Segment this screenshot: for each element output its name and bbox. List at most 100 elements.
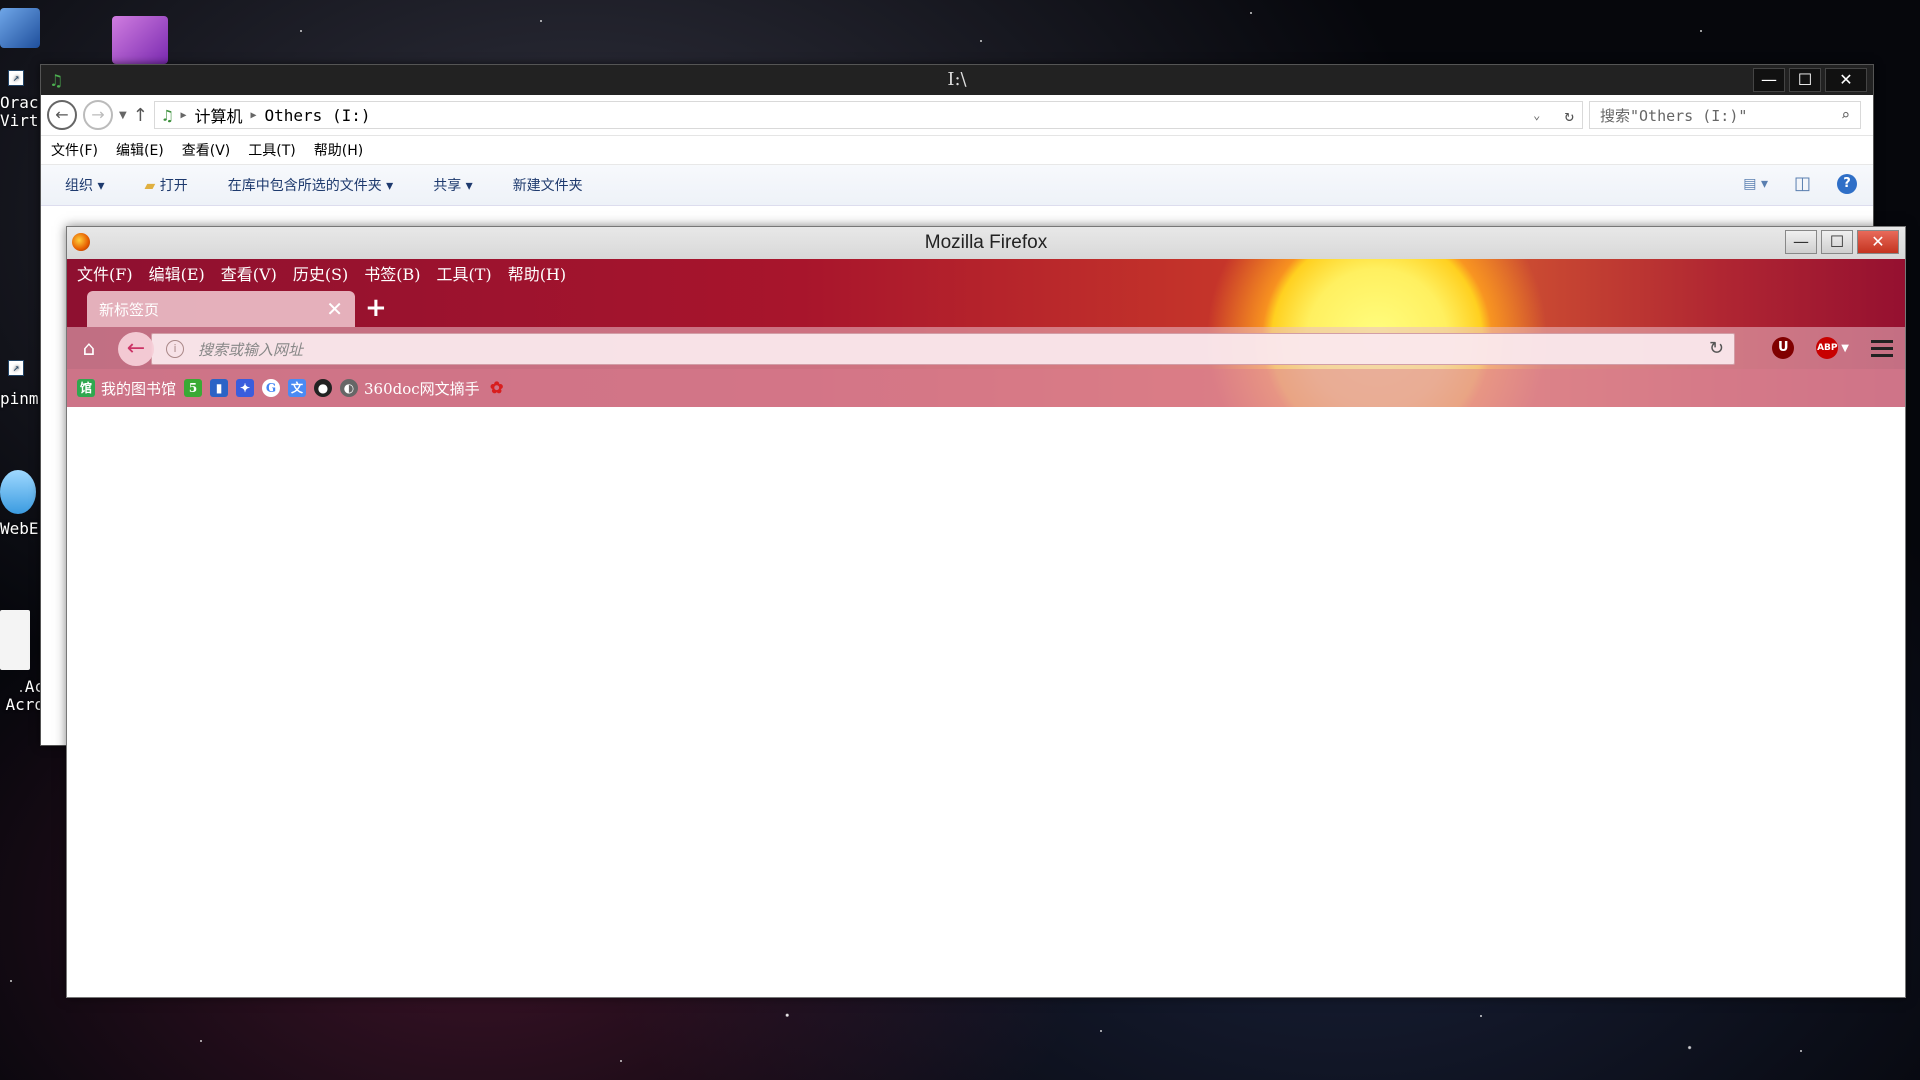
open-label: 打开: [159, 178, 188, 194]
explorer-minimize-button[interactable]: —: [1753, 68, 1785, 92]
menu-view[interactable]: 查看(V): [182, 140, 231, 160]
up-arrow-icon[interactable]: ↑: [133, 105, 148, 126]
bookmark-library[interactable]: 馆 我的图书馆: [77, 378, 176, 399]
firefox-maximize-button[interactable]: ☐: [1821, 230, 1853, 254]
firefox-window-controls: — ☐ ✕: [1785, 230, 1899, 254]
new-folder-button[interactable]: 新建文件夹: [513, 175, 583, 195]
bookmark-label: 我的图书馆: [101, 379, 177, 398]
desktop-icon-pinm[interactable]: ↗ pinm: [0, 360, 44, 408]
ff-menu-help[interactable]: 帮助(H): [508, 261, 566, 285]
bookmark-label: 360doc网文摘手: [364, 379, 480, 398]
acrobat-icon: [0, 610, 30, 670]
ublock-icon[interactable]: U: [1772, 337, 1795, 359]
explorer-menubar: 文件(F) 编辑(E) 查看(V) 工具(T) 帮助(H): [41, 136, 1873, 164]
explorer-view-controls: ▤ ▾ ◫ ?: [1743, 173, 1857, 194]
firefox-close-button[interactable]: ✕: [1857, 230, 1899, 254]
library-icon: 馆: [77, 379, 95, 397]
translate-icon[interactable]: 文: [288, 379, 307, 397]
explorer-close-button[interactable]: ✕: [1825, 68, 1867, 92]
desktop-icon-webe[interactable]: WebE: [0, 470, 44, 538]
change-view-icon[interactable]: ▤ ▾: [1743, 176, 1768, 192]
firefox-menubar: 文件(F) 编辑(E) 查看(V) 历史(S) 书签(B) 工具(T) 帮助(H…: [67, 259, 1905, 287]
github-icon[interactable]: ●: [314, 379, 333, 397]
tab-strip: 新标签页 ✕ +: [67, 287, 1905, 327]
menu-edit[interactable]: 编辑(E): [116, 140, 164, 160]
help-icon[interactable]: ?: [1837, 173, 1857, 194]
reload-icon[interactable]: ↻: [1709, 338, 1724, 359]
menu-help[interactable]: 帮助(H): [314, 140, 363, 160]
share-button[interactable]: 共享 ▾: [433, 175, 472, 195]
address-dropdown-icon[interactable]: ⌄: [1533, 108, 1540, 122]
breadcrumb-separator-icon: ▶: [180, 109, 187, 121]
desktop-icon-label: WebE: [0, 519, 39, 538]
back-arrow-icon[interactable]: ←: [118, 332, 154, 366]
ff-menu-tools[interactable]: 工具(T): [437, 261, 492, 285]
address-bar[interactable]: ♫ ▶ 计算机 ▶ Others (I:) ⌄ ↻: [153, 101, 1583, 129]
music-folder-icon: ♫: [162, 105, 173, 125]
extension-icons: U ABP ▼: [1772, 337, 1893, 359]
desktop-icon-virtualbox-label[interactable]: ↗ Orac Virt: [0, 70, 44, 130]
dropdown-arrow-icon: ▼: [1841, 342, 1849, 354]
recent-dropdown-icon[interactable]: ▼: [119, 110, 127, 121]
url-bar[interactable]: ← i 搜索或输入网址 ↻: [118, 332, 1735, 366]
5-icon[interactable]: 5: [184, 379, 203, 397]
info-icon[interactable]: i: [166, 340, 184, 358]
bookmark-blue-icon[interactable]: ▮: [210, 379, 229, 397]
firefox-window: Mozilla Firefox — ☐ ✕ 文件(F) 编辑(E) 查看(V) …: [66, 226, 1906, 998]
ff-menu-file[interactable]: 文件(F): [77, 261, 133, 285]
include-library-label: 在库中包含所选的文件夹: [227, 178, 382, 194]
organize-button[interactable]: 组织 ▾: [65, 175, 104, 195]
explorer-address-row: ← → ▼ ↑ ♫ ▶ 计算机 ▶ Others (I:) ⌄ ↻ 搜索"Oth…: [41, 95, 1873, 136]
new-tab-page[interactable]: [67, 407, 1905, 995]
menu-file[interactable]: 文件(F): [51, 140, 98, 160]
explorer-maximize-button[interactable]: ☐: [1789, 68, 1821, 92]
desktop-icon-label: pinm: [0, 389, 39, 408]
close-tab-icon[interactable]: ✕: [326, 297, 343, 321]
ff-menu-view[interactable]: 查看(V): [221, 261, 277, 285]
desktop-icon-label: Ac Acro: [5, 677, 44, 714]
preview-pane-icon[interactable]: ◫: [1794, 173, 1811, 194]
desktop-icon-label: Orac Virt: [0, 93, 39, 130]
virtualbox-desktop-icon[interactable]: [0, 8, 44, 50]
navigation-toolbar: ⌂ ← i 搜索或输入网址 ↻ U ABP ▼: [67, 327, 1905, 369]
app-desktop-icon[interactable]: [112, 16, 168, 66]
url-bar-placeholder: 搜索或输入网址: [198, 340, 304, 359]
tab-new-tab[interactable]: 新标签页 ✕: [87, 291, 355, 327]
bookmarks-toolbar: 馆 我的图书馆 5 ▮ ✦ G 文 ● ◐ 360doc网文摘手 ✿: [67, 369, 1905, 407]
windows-app-icon: [112, 16, 168, 64]
explorer-window-controls: — ☐ ✕: [1753, 68, 1867, 92]
360doc-icon: ◐: [340, 379, 359, 397]
back-button[interactable]: ←: [47, 100, 77, 130]
breadcrumb-computer[interactable]: 计算机: [194, 103, 242, 127]
ff-menu-history[interactable]: 历史(S): [293, 261, 348, 285]
hamburger-menu-icon[interactable]: [1871, 339, 1893, 357]
include-in-library-button[interactable]: 在库中包含所选的文件夹 ▾: [228, 175, 393, 195]
share-label: 共享: [433, 178, 462, 194]
menu-tools[interactable]: 工具(T): [248, 140, 295, 160]
google-icon[interactable]: G: [262, 379, 281, 397]
desktop-icon-acrobat[interactable]: Ac Acro: [0, 610, 44, 714]
explorer-search-input[interactable]: 搜索"Others (I:)" ⌕: [1589, 101, 1861, 129]
webe-app-icon: [0, 470, 36, 514]
ff-menu-bookmarks[interactable]: 书签(B): [364, 261, 420, 285]
shortcut-arrow-icon: ↗: [8, 360, 24, 376]
organize-label: 组织: [65, 178, 93, 194]
explorer-titlebar[interactable]: ♫ I:\ — ☐ ✕: [41, 65, 1873, 95]
breadcrumb-drive[interactable]: Others (I:): [265, 106, 371, 125]
open-button[interactable]: ▰ 打开: [144, 175, 187, 195]
bookmark-360doc[interactable]: ◐ 360doc网文摘手: [340, 378, 480, 399]
adblock-plus-icon: ABP: [1816, 337, 1839, 359]
firefox-titlebar[interactable]: Mozilla Firefox — ☐ ✕: [67, 227, 1905, 259]
refresh-icon[interactable]: ↻: [1564, 106, 1574, 125]
shortcut-arrow-icon: ↗: [8, 70, 24, 86]
home-icon[interactable]: ⌂: [77, 336, 101, 360]
baidu-icon[interactable]: ✦: [236, 379, 255, 397]
red-flower-icon[interactable]: ✿: [488, 379, 506, 397]
new-tab-button[interactable]: +: [365, 293, 387, 323]
ff-menu-edit[interactable]: 编辑(E): [149, 261, 205, 285]
adblock-plus-button[interactable]: ABP ▼: [1816, 337, 1849, 359]
breadcrumb-separator-icon: ▶: [250, 109, 257, 121]
forward-button[interactable]: →: [83, 100, 113, 130]
firefox-minimize-button[interactable]: —: [1785, 230, 1817, 254]
search-placeholder: 搜索"Others (I:)": [1600, 106, 1748, 125]
